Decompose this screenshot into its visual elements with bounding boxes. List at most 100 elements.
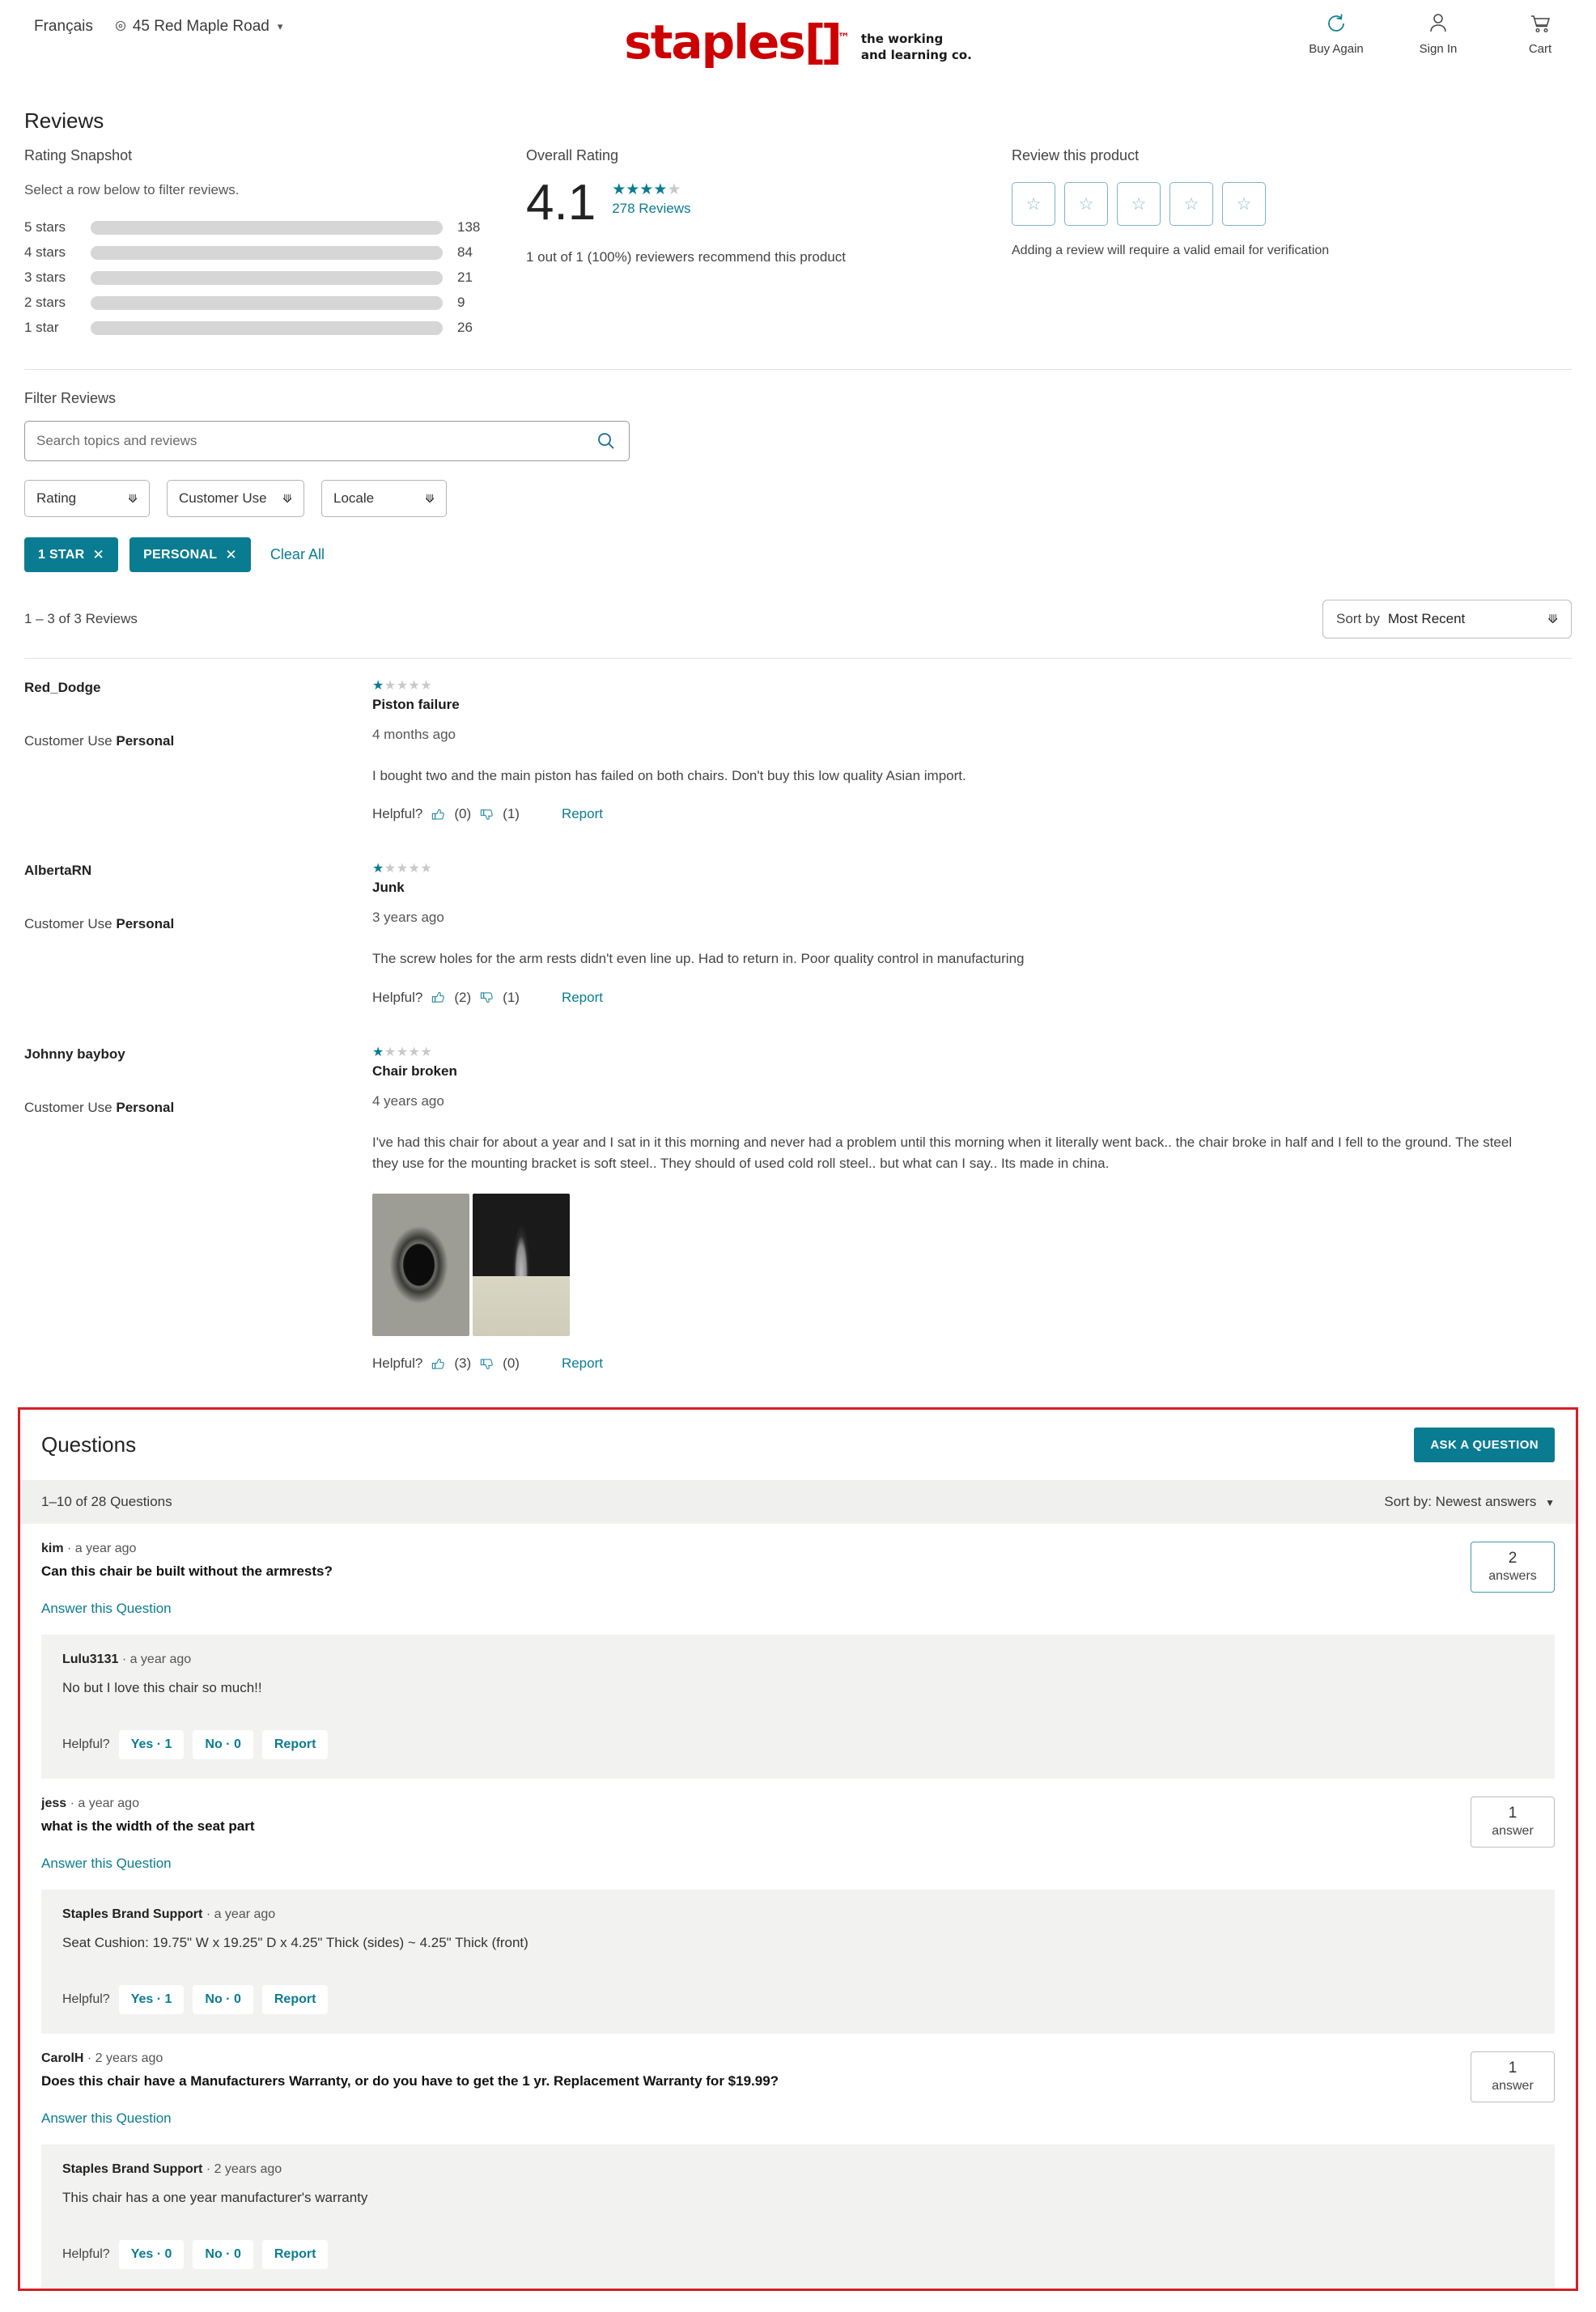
rating-bar-row[interactable]: 4 stars84 [24,244,526,261]
star-icon: ★ [372,862,384,876]
rate-star-button-2[interactable]: ☆ [1064,182,1108,226]
review-helpful-down-count: (1) [503,990,520,1006]
review-helpful-up-count: (3) [454,1355,471,1372]
review-title: Chair broken [372,1063,1572,1080]
review-stars: ★★★★★ [372,1046,1572,1059]
answers-count-number: 1 [1471,1805,1554,1822]
rating-bar-row[interactable]: 1 star26 [24,320,526,336]
thumbs-up-icon[interactable] [431,1356,446,1372]
star-icon: ★ [409,679,421,693]
question-author: jess [41,1797,66,1810]
rating-bar-row[interactable]: 3 stars21 [24,269,526,286]
close-icon[interactable]: ✕ [93,547,105,563]
search-icon[interactable] [596,431,629,451]
star-icon: ★ [409,1046,421,1059]
answer-age: · a year ago [206,1907,275,1921]
answers-count-badge[interactable]: 1answer [1471,2051,1555,2102]
filter-pill-personal[interactable]: PERSONAL ✕ [129,537,251,572]
star-outline-icon: ☆ [1026,194,1042,214]
thumbs-down-icon[interactable] [479,807,495,822]
rating-bar-count: 84 [443,244,491,261]
rate-star-button-3[interactable]: ☆ [1117,182,1161,226]
answers-count-badge[interactable]: 2answers [1471,1542,1555,1593]
question-text: Does this chair have a Manufacturers War… [41,2073,1446,2089]
thumbs-down-icon[interactable] [479,1356,495,1372]
review-meta: AlbertaRNCustomer Use Personal [24,863,372,1005]
answer-helpful-label: Helpful? [62,1992,110,2007]
thumbs-down-icon[interactable] [479,990,495,1005]
search-input[interactable] [25,433,596,449]
questions-sort-select[interactable]: Sort by: Newest answers ▼ [1384,1494,1555,1510]
answer-helpful-yes-button[interactable]: Yes · 1 [119,1985,185,2014]
review-customer-use: Customer Use Personal [24,733,372,749]
user-icon [1407,11,1470,39]
reviews-count-link[interactable]: 278 Reviews [612,201,690,217]
staples-logo[interactable]: staples[]™ the working and learning co. [624,19,972,66]
sign-in-label: Sign In [1420,42,1458,56]
rate-star-button-5[interactable]: ☆ [1222,182,1266,226]
review-customer-use: Customer Use Personal [24,1100,372,1116]
review-report-link[interactable]: Report [562,1355,603,1372]
active-filter-pills: 1 STAR ✕ PERSONAL ✕ Clear All [24,537,1572,572]
close-icon[interactable]: ✕ [225,547,237,563]
clear-all-filters-link[interactable]: Clear All [270,546,325,563]
answers-count-badge[interactable]: 1answer [1471,1797,1555,1847]
rating-bar-row[interactable]: 5 stars138 [24,219,526,235]
ask-a-question-button[interactable]: ASK A QUESTION [1414,1428,1555,1462]
answer-this-question-link[interactable]: Answer this Question [41,2110,172,2127]
answer-helpful-no-button[interactable]: No · 0 [193,1730,253,1759]
reviews-section: Reviews Rating Snapshot Select a row bel… [0,97,1596,1391]
reviews-sort-select[interactable]: Sort by Most Recent ⟱ [1322,600,1572,638]
rating-bar-count: 138 [443,219,491,235]
rate-star-button-4[interactable]: ☆ [1169,182,1213,226]
answer-this-question-link[interactable]: Answer this Question [41,1856,172,1872]
rating-filter-select[interactable]: Rating ⟱ [24,480,150,517]
review-photo-piston-photo[interactable] [473,1194,570,1336]
rating-bar-track [91,246,443,260]
answer-helpful-yes-button[interactable]: Yes · 1 [119,1730,185,1759]
review-date: 4 months ago [372,727,1572,743]
rating-bar-row[interactable]: 2 stars9 [24,295,526,311]
answer-helpful-yes-button[interactable]: Yes · 0 [119,2240,185,2269]
review-content: ★★★★★Piston failure4 months agoI bought … [372,680,1572,822]
rating-snapshot-title: Rating Snapshot [24,147,526,164]
refresh-icon [1305,11,1368,39]
buy-again-button[interactable]: Buy Again [1305,11,1368,56]
review-report-link[interactable]: Report [562,806,603,822]
thumbs-up-icon[interactable] [431,807,446,822]
customer-use-filter-select[interactable]: Customer Use ⟱ [167,480,304,517]
thumbs-up-icon[interactable] [431,990,446,1005]
reviews-sort-label: Sort by [1336,611,1380,627]
rating-bar-track [91,321,443,335]
question-text: what is the width of the seat part [41,1818,1446,1835]
question-author: kim [41,1542,64,1555]
rate-star-button-1[interactable]: ☆ [1012,182,1055,226]
review-report-link[interactable]: Report [562,990,603,1006]
store-location-selector[interactable]: 45 Red Maple Road ▾ [114,18,283,36]
review-photo-broken-bracket-photo[interactable] [372,1194,469,1336]
answer-text: No but I love this chair so much!! [62,1680,1534,1696]
filter-pill-1-star[interactable]: 1 STAR ✕ [24,537,118,572]
sign-in-button[interactable]: Sign In [1407,11,1470,56]
review-customer-use-label: Customer Use [24,916,112,931]
questions-heading: Questions [41,1432,136,1457]
answer-this-question-link[interactable]: Answer this Question [41,1601,172,1617]
star-icon: ★ [639,181,653,198]
answer-report-button[interactable]: Report [262,1730,329,1759]
review-text: The screw holes for the arm rests didn't… [372,948,1522,969]
answer-helpful-no-button[interactable]: No · 0 [193,2240,253,2269]
answer-report-button[interactable]: Report [262,1985,329,2014]
rating-bar-label: 3 stars [24,269,91,286]
answer-report-button[interactable]: Report [262,2240,329,2269]
answer-helpful-no-button[interactable]: No · 0 [193,1985,253,2014]
chevron-down-icon: ▾ [278,20,283,33]
review-item: Johnny bayboyCustomer Use Personal★★★★★C… [24,1025,1572,1392]
review-date: 4 years ago [372,1093,1572,1109]
answer-text: This chair has a one year manufacturer's… [62,2190,1534,2206]
language-link[interactable]: Français [34,18,93,36]
buy-again-label: Buy Again [1309,42,1364,56]
cart-button[interactable]: Cart [1509,11,1572,56]
rating-bars: 5 stars138 4 stars84 3 stars21 2 stars9 1 st… [24,219,526,336]
star-icon: ★ [667,181,681,198]
locale-filter-select[interactable]: Locale ⟱ [321,480,447,517]
